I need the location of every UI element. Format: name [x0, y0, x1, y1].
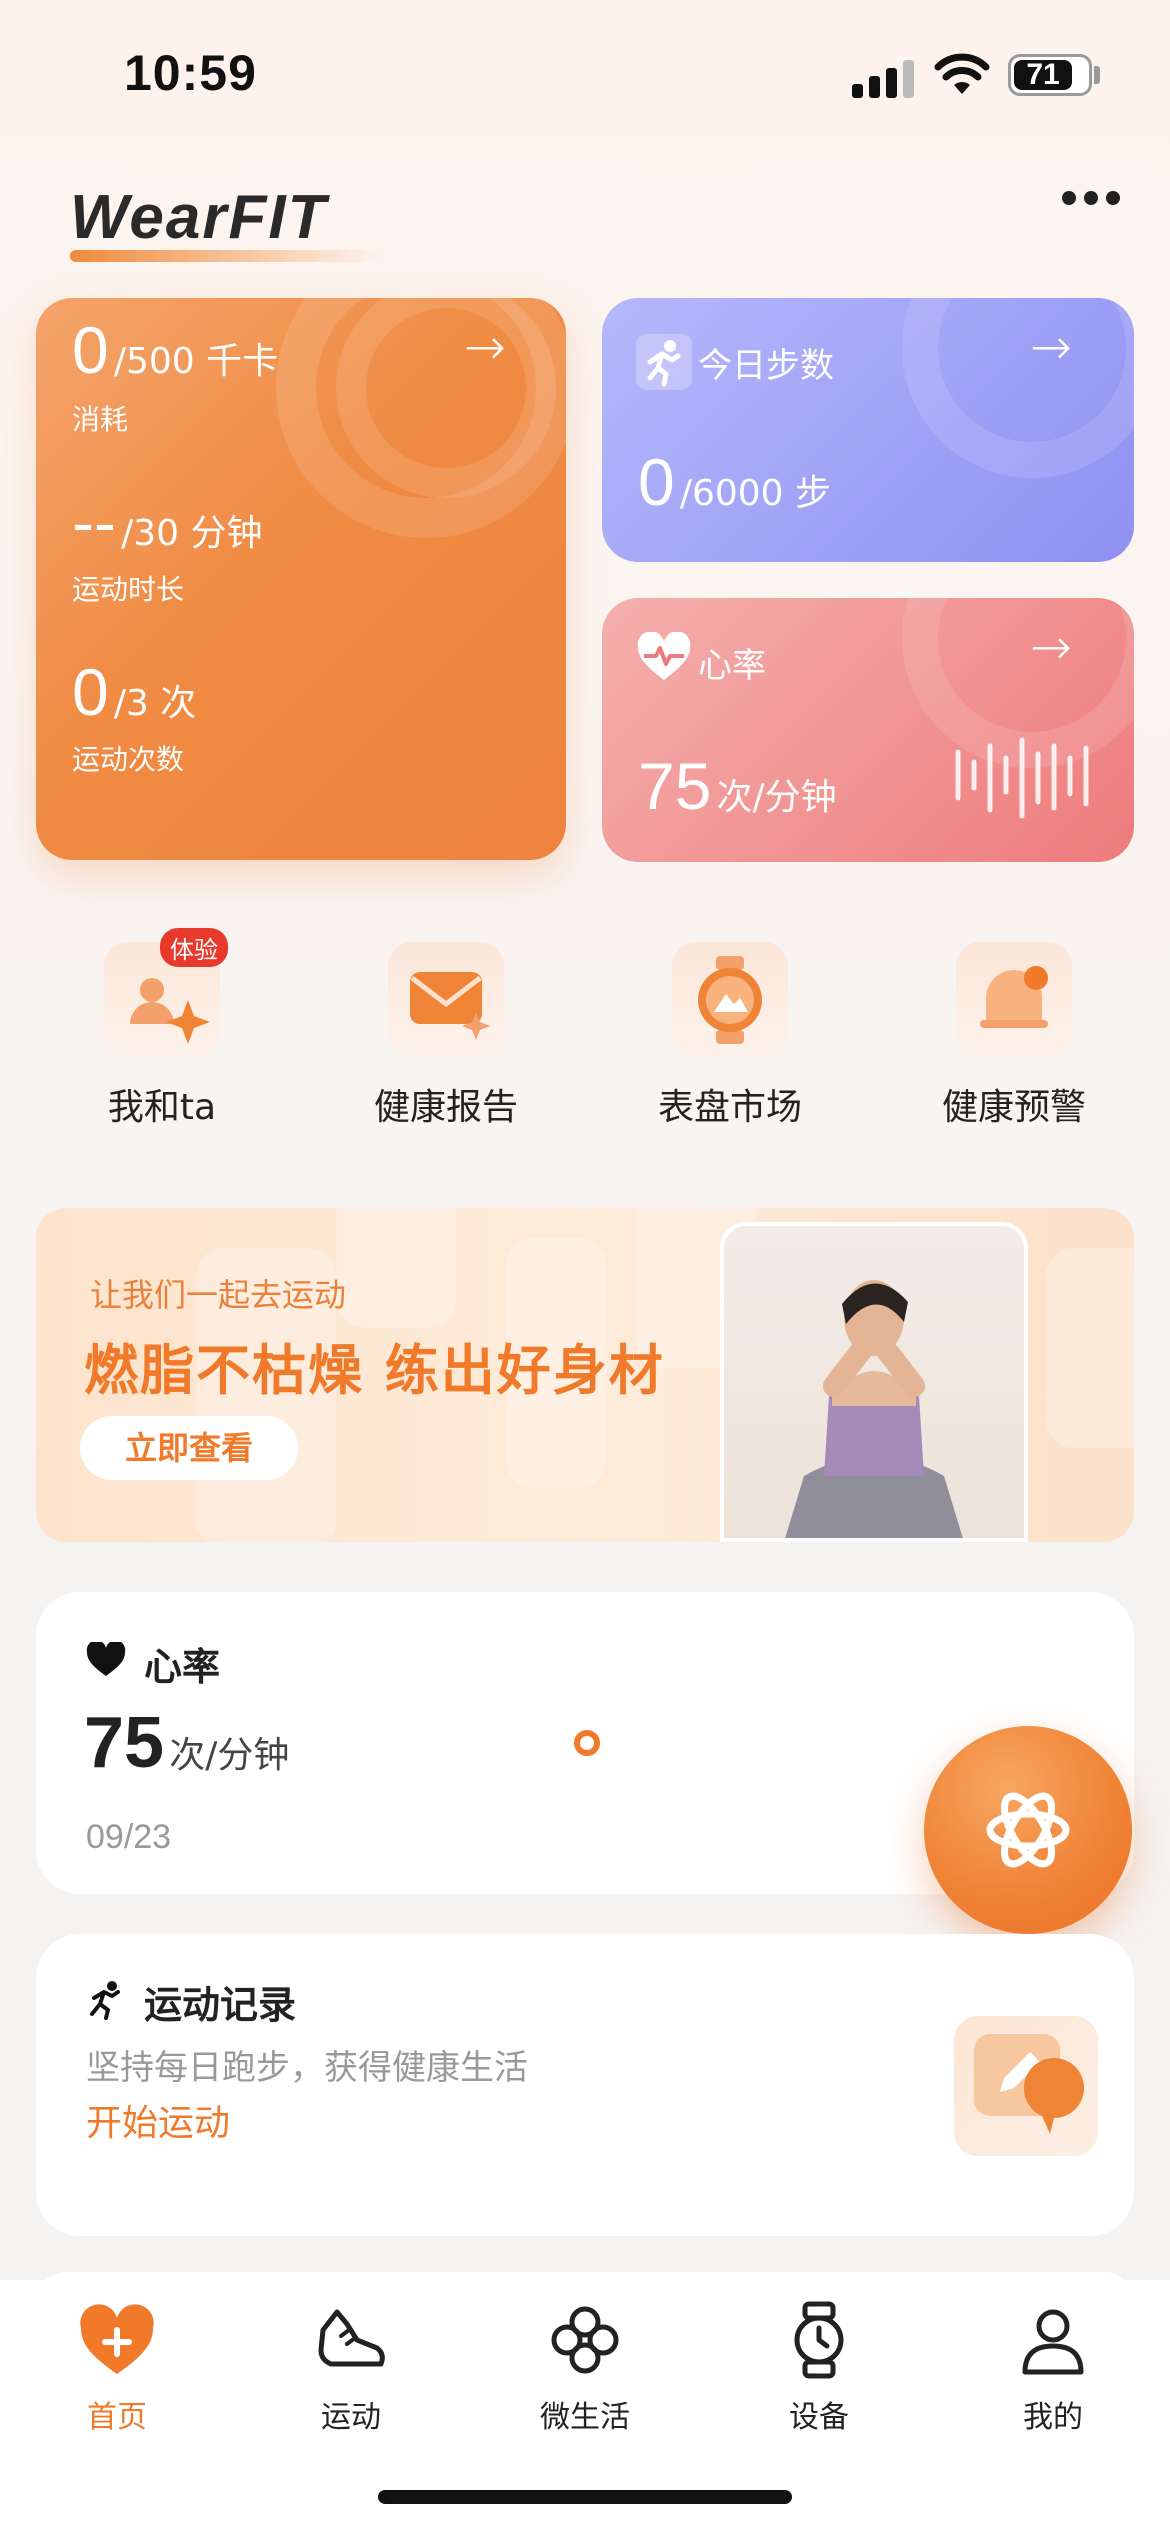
- fitness-model-photo: [720, 1222, 1028, 1542]
- view-now-button[interactable]: 立即查看: [80, 1416, 298, 1480]
- calories-value: 0: [72, 313, 109, 387]
- steps-value: 0: [638, 445, 675, 519]
- arrow-right-icon: →: [464, 318, 506, 376]
- steps-card[interactable]: 今日步数 → 0 /6000 步: [602, 298, 1134, 562]
- heart-card-value: 75: [638, 749, 712, 823]
- heart-rate-value: 75: [84, 1703, 165, 1783]
- calories-label: 消耗: [72, 403, 129, 436]
- steps-goal: /6000 步: [679, 473, 832, 514]
- calories-goal: /500 千卡: [113, 341, 279, 382]
- heart-rate-unit: 次/分钟: [169, 1735, 290, 1776]
- heart-rate-card[interactable]: 心率 → 75 次/分钟: [602, 598, 1134, 862]
- tab-home[interactable]: 首页: [0, 2300, 234, 2436]
- home-heart-icon: [80, 2304, 154, 2374]
- signal-icon: [852, 56, 916, 98]
- trial-badge: 体验: [160, 928, 228, 967]
- quick-action-label: 表盘市场: [657, 1087, 802, 1128]
- app-logo: WearFIT: [70, 183, 328, 252]
- logo-underline: [70, 250, 380, 262]
- promo-banner[interactable]: 让我们一起去运动 燃脂不枯燥 练出好身材 立即查看: [36, 1208, 1134, 1542]
- exercise-title: 运动记录: [144, 1983, 297, 2027]
- note-edit-icon: [954, 2016, 1098, 2156]
- quick-action-label: 健康预警: [941, 1087, 1086, 1128]
- start-exercise-link[interactable]: 开始运动: [86, 2094, 230, 2146]
- battery-level: 71: [1026, 58, 1060, 91]
- clover-icon: [551, 2306, 619, 2374]
- ai-assistant-button[interactable]: [924, 1726, 1132, 1934]
- duration-label: 运动时长: [72, 573, 185, 606]
- ai-assistant-icon: [986, 1792, 1070, 1868]
- arrow-right-icon: →: [1030, 618, 1072, 676]
- quick-action-health-report[interactable]: 健康报告: [346, 942, 546, 1130]
- heart-card-title: 心率: [698, 646, 766, 686]
- wifi-icon: [934, 53, 990, 94]
- quick-action-health-alert[interactable]: 健康预警: [914, 942, 1114, 1130]
- exercise-record-section[interactable]: 运动记录 坚持每日跑步，获得健康生活 开始运动: [36, 1934, 1134, 2236]
- quick-action-label: 我和ta: [107, 1087, 217, 1128]
- runner-icon: [90, 1981, 120, 2020]
- banner-subtitle: 让我们一起去运动: [90, 1276, 347, 1314]
- running-icon: [636, 334, 692, 390]
- tab-label: 我的: [1023, 2400, 1083, 2435]
- count-goal: /3 次: [113, 683, 197, 724]
- home-indicator: [378, 2490, 792, 2504]
- profile-icon: [1022, 2309, 1084, 2375]
- steps-title: 今日步数: [698, 346, 834, 386]
- banner-title: 燃脂不枯燥 练出好身材: [84, 1339, 665, 1402]
- watch-face-icon: [672, 942, 788, 1058]
- tab-device[interactable]: 设备: [702, 2300, 936, 2436]
- tab-label: 首页: [87, 2400, 147, 2435]
- tab-micro-life[interactable]: 微生活: [468, 2300, 702, 2436]
- quick-action-watch-faces[interactable]: 表盘市场: [630, 942, 830, 1130]
- battery-icon: 71: [1008, 54, 1092, 96]
- shoe-icon: [318, 2309, 385, 2367]
- more-options-button[interactable]: [1062, 186, 1126, 210]
- mail-report-icon: [388, 942, 504, 1058]
- heart-rate-date: 09/23: [86, 1818, 172, 1856]
- tab-label: 设备: [789, 2400, 849, 2435]
- count-value: 0: [72, 655, 109, 729]
- heart-rate-data-point: [574, 1730, 600, 1756]
- watch-icon: [794, 2301, 844, 2379]
- tab-sport[interactable]: 运动: [234, 2300, 468, 2436]
- battery-tip: [1094, 66, 1100, 84]
- status-time: 10:59: [124, 45, 257, 101]
- heart-rate-title: 心率: [144, 1645, 221, 1689]
- bell-alert-icon: [956, 942, 1072, 1058]
- quick-action-label: 健康报告: [373, 1087, 518, 1128]
- duration-goal: /30 分钟: [121, 513, 263, 554]
- heart-card-unit: 次/分钟: [716, 777, 837, 818]
- heart-wave-graphic: [955, 737, 1089, 819]
- quick-action-me-and-ta[interactable]: 体验 我和ta: [62, 928, 262, 1130]
- duration-value: --: [72, 485, 116, 559]
- tab-me[interactable]: 我的: [936, 2300, 1170, 2436]
- count-label: 运动次数: [72, 743, 185, 776]
- couple-icon: 体验: [104, 928, 228, 1058]
- activity-goals-card[interactable]: 0 /500 千卡 消耗 → -- /30 分钟 运动时长 0 /3 次 运动次…: [36, 298, 566, 860]
- heart-pulse-icon: [637, 632, 691, 680]
- arrow-right-icon: →: [1030, 318, 1072, 376]
- heart-icon: [86, 1642, 126, 1676]
- tab-label: 运动: [321, 2400, 381, 2435]
- tab-label: 微生活: [540, 2400, 630, 2435]
- exercise-desc: 坚持每日跑步，获得健康生活: [86, 2048, 528, 2088]
